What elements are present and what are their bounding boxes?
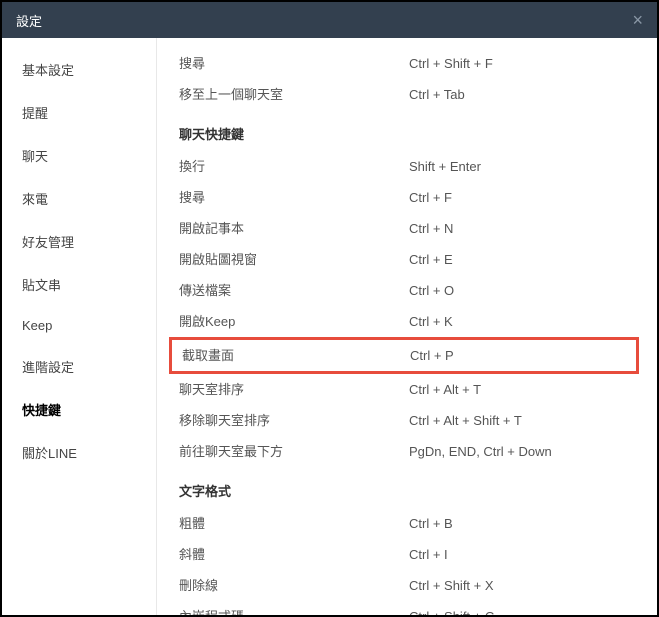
shortcut-label: 移至上一個聊天室 — [179, 85, 409, 104]
shortcut-keys: Shift + Enter — [409, 157, 481, 176]
shortcut-row: 開啟記事本Ctrl + N — [157, 213, 657, 244]
shortcut-keys: Ctrl + Shift + F — [409, 54, 493, 73]
shortcut-keys: PgDn, END, Ctrl + Down — [409, 442, 552, 461]
sidebar-item[interactable]: 來電 — [2, 177, 156, 220]
sidebar-item-label: 好友管理 — [22, 235, 74, 250]
shortcut-row: 刪除線Ctrl + Shift + X — [157, 570, 657, 601]
sidebar-item-label: 關於LINE — [22, 446, 77, 461]
shortcut-row: 換行Shift + Enter — [157, 151, 657, 182]
shortcut-keys: Ctrl + Shift + C — [409, 607, 494, 615]
sidebar-item-label: Keep — [22, 318, 52, 333]
sidebar-item[interactable]: 好友管理 — [2, 220, 156, 263]
shortcut-label: 截取畫面 — [182, 346, 410, 365]
window-title: 設定 — [16, 11, 42, 30]
shortcut-label: 內嵌程式碼 — [179, 607, 409, 615]
shortcut-label: 斜體 — [179, 545, 409, 564]
sidebar-item-label: 快捷鍵 — [22, 403, 61, 418]
shortcut-keys: Ctrl + Shift + X — [409, 576, 494, 595]
shortcut-keys: Ctrl + Tab — [409, 85, 465, 104]
shortcut-keys: Ctrl + Alt + Shift + T — [409, 411, 522, 430]
section-title: 文字格式 — [157, 467, 657, 508]
shortcut-label: 開啟Keep — [179, 312, 409, 331]
shortcut-keys: Ctrl + E — [409, 250, 453, 269]
shortcut-row: 斜體Ctrl + I — [157, 539, 657, 570]
shortcut-keys: Ctrl + N — [409, 219, 453, 238]
shortcut-row: 移除聊天室排序Ctrl + Alt + Shift + T — [157, 405, 657, 436]
shortcut-label: 傳送檔案 — [179, 281, 409, 300]
shortcut-row: 開啟KeepCtrl + K — [157, 306, 657, 337]
shortcut-label: 換行 — [179, 157, 409, 176]
shortcut-keys: Ctrl + B — [409, 514, 453, 533]
shortcut-label: 開啟記事本 — [179, 219, 409, 238]
shortcut-row: 開啟貼圖視窗Ctrl + E — [157, 244, 657, 275]
shortcut-keys: Ctrl + P — [410, 346, 454, 365]
shortcut-label: 搜尋 — [179, 188, 409, 207]
shortcut-row: 移至上一個聊天室Ctrl + Tab — [157, 79, 657, 110]
shortcut-keys: Ctrl + K — [409, 312, 453, 331]
sidebar-item-label: 聊天 — [22, 149, 48, 164]
shortcut-label: 前往聊天室最下方 — [179, 442, 409, 461]
sidebar-item-label: 貼文串 — [22, 278, 61, 293]
shortcut-keys: Ctrl + O — [409, 281, 454, 300]
section-title: 聊天快捷鍵 — [157, 110, 657, 151]
shortcut-label: 聊天室排序 — [179, 380, 409, 399]
sidebar-item[interactable]: Keep — [2, 306, 156, 345]
shortcut-row: 粗體Ctrl + B — [157, 508, 657, 539]
sidebar-item[interactable]: 關於LINE — [2, 431, 156, 474]
sidebar-item[interactable]: 快捷鍵 — [2, 388, 156, 431]
shortcut-row: 搜尋Ctrl + F — [157, 182, 657, 213]
sidebar-item[interactable]: 聊天 — [2, 134, 156, 177]
sidebar-item-label: 提醒 — [22, 106, 48, 121]
sidebar-item-label: 基本設定 — [22, 63, 74, 78]
sidebar-item-label: 進階設定 — [22, 360, 74, 375]
shortcut-label: 移除聊天室排序 — [179, 411, 409, 430]
sidebar-item[interactable]: 貼文串 — [2, 263, 156, 306]
shortcut-keys: Ctrl + F — [409, 188, 452, 207]
shortcut-row: 前往聊天室最下方PgDn, END, Ctrl + Down — [157, 436, 657, 467]
shortcut-keys: Ctrl + Alt + T — [409, 380, 481, 399]
shortcut-label: 刪除線 — [179, 576, 409, 595]
sidebar-item[interactable]: 提醒 — [2, 91, 156, 134]
sidebar-item[interactable]: 進階設定 — [2, 345, 156, 388]
shortcut-label: 開啟貼圖視窗 — [179, 250, 409, 269]
content: 搜尋Ctrl + Shift + F移至上一個聊天室Ctrl + Tab聊天快捷… — [157, 38, 657, 615]
sidebar: 基本設定提醒聊天來電好友管理貼文串 Keep 進階設定快捷鍵關於LINE — [2, 38, 157, 615]
shortcut-row: 內嵌程式碼Ctrl + Shift + C — [157, 601, 657, 615]
shortcut-row: 截取畫面Ctrl + P — [169, 337, 639, 374]
body: 基本設定提醒聊天來電好友管理貼文串Keep進階設定快捷鍵關於LINE 搜尋Ctr… — [2, 38, 657, 615]
sidebar-item[interactable]: 基本設定 — [2, 48, 156, 91]
shortcut-row: 傳送檔案Ctrl + O — [157, 275, 657, 306]
shortcut-row: 聊天室排序Ctrl + Alt + T — [157, 374, 657, 405]
sidebar-item-label: 來電 — [22, 192, 48, 207]
shortcut-label: 粗體 — [179, 514, 409, 533]
shortcut-row: 搜尋Ctrl + Shift + F — [157, 48, 657, 79]
shortcut-label: 搜尋 — [179, 54, 409, 73]
shortcut-keys: Ctrl + I — [409, 545, 448, 564]
titlebar: 設定 × — [2, 2, 657, 38]
close-icon[interactable]: × — [632, 10, 643, 31]
